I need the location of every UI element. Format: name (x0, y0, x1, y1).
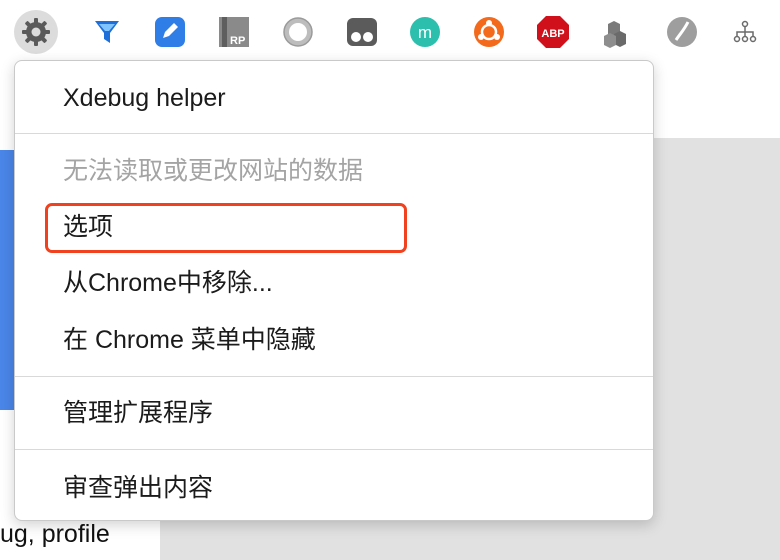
background-text: ug, profile (0, 520, 110, 548)
network-extension-button[interactable] (467, 10, 511, 54)
funnel-extension-button[interactable] (85, 10, 129, 54)
adblock-extension-button[interactable]: ABP (531, 10, 575, 54)
extension-context-menu: Xdebug helper 无法读取或更改网站的数据 选项 从Chrome中移除… (14, 60, 654, 521)
funnel-icon (95, 21, 119, 43)
menu-header-xdebug-helper[interactable]: Xdebug helper (63, 83, 226, 113)
adblock-plus-icon: ABP (537, 16, 569, 48)
menu-divider (15, 376, 653, 377)
settings-gear-icon (22, 18, 50, 46)
pencil-badge-icon (155, 17, 185, 47)
m-circle-icon: m (410, 17, 440, 47)
menu-item-inspect-popup[interactable]: 审查弹出内容 (63, 473, 213, 503)
ring-extension-button[interactable] (276, 10, 320, 54)
rp-icon: RP (219, 17, 249, 47)
xdebug-extension-button[interactable] (14, 10, 58, 54)
svg-text:RP: RP (230, 35, 245, 47)
blocks-extension-button[interactable] (595, 10, 639, 54)
sitemap-extension-button[interactable] (723, 10, 767, 54)
pencil-extension-button[interactable] (148, 10, 192, 54)
svg-text:m: m (418, 23, 432, 42)
menu-divider (15, 133, 653, 134)
blue-sidebar-strip (0, 150, 14, 410)
menu-divider (15, 449, 653, 450)
blocks-icon (604, 21, 626, 48)
swirl-extension-button[interactable] (660, 10, 704, 54)
sitemap-icon (733, 20, 757, 43)
orange-network-icon (474, 17, 504, 47)
menu-item-hide-in-chrome-menu[interactable]: 在 Chrome 菜单中隐藏 (63, 325, 316, 355)
tampermonkey-icon (347, 18, 377, 46)
tampermonkey-extension-button[interactable] (340, 10, 384, 54)
menu-item-remove-from-chrome[interactable]: 从Chrome中移除... (63, 268, 273, 298)
m-extension-button[interactable]: m (403, 10, 447, 54)
menu-item-manage-extensions[interactable]: 管理扩展程序 (63, 398, 213, 428)
extension-toolbar: RP m ABP (0, 0, 780, 68)
menu-item-site-access: 无法读取或更改网站的数据 (63, 157, 364, 185)
svg-text:ABP: ABP (541, 28, 564, 40)
ring-icon (283, 17, 313, 47)
grey-swirl-icon (667, 17, 697, 47)
rp-extension-button[interactable]: RP (212, 10, 256, 54)
options-highlight-box (45, 203, 407, 253)
